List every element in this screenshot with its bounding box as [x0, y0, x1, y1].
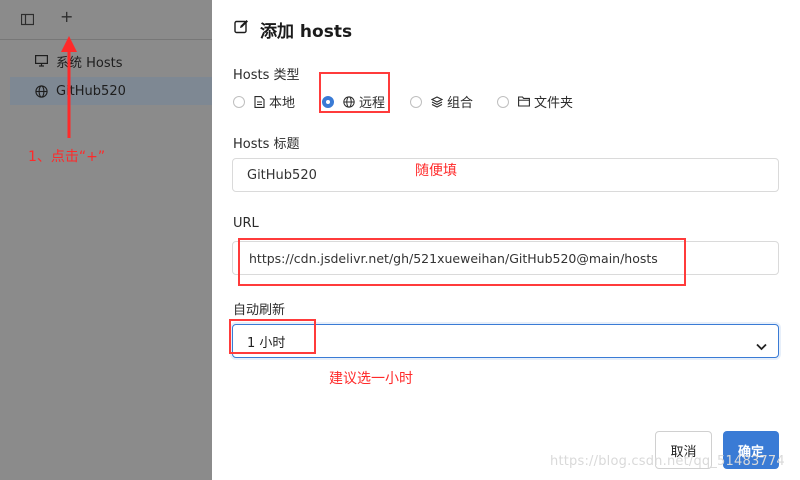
sidebar-toggle-icon[interactable]	[20, 13, 35, 30]
folder-icon	[518, 96, 530, 107]
chevron-down-icon[interactable]	[756, 336, 767, 355]
radio-group[interactable]	[410, 95, 422, 108]
watermark-text: https://blog.csdn.net/qq_51483774	[550, 454, 785, 469]
sidebar-item-github520[interactable]: GitHub520	[10, 77, 212, 105]
sidebar-divider	[0, 39, 212, 40]
sidebar: + 系统 Hosts GitHub520	[0, 0, 212, 480]
type-option-label: 本地	[269, 96, 296, 111]
type-option-folder[interactable]: 文件夹	[497, 92, 573, 111]
annotation-refresh-hint: 建议选一小时	[329, 371, 413, 387]
annotation-title-hint: 随便填	[415, 163, 457, 179]
annotation-box-refresh	[229, 319, 316, 354]
dialog-title: 添加 hosts	[260, 22, 353, 42]
sidebar-item-system-hosts[interactable]: 系统 Hosts	[10, 47, 212, 75]
annotation-box-url	[238, 238, 686, 286]
type-option-group[interactable]: 组合	[410, 92, 473, 111]
type-option-label: 文件夹	[534, 96, 574, 111]
file-icon	[254, 95, 265, 108]
annotation-box-remote	[319, 72, 390, 113]
annotation-arrow	[61, 36, 77, 138]
globe-icon	[32, 82, 50, 100]
edit-icon	[234, 19, 249, 38]
add-hosts-button[interactable]: +	[60, 9, 73, 25]
hosts-type-label: Hosts 类型	[233, 68, 300, 83]
hosts-title-input[interactable]: GitHub520	[232, 158, 779, 192]
monitor-icon	[32, 52, 50, 70]
url-label: URL	[233, 216, 259, 231]
layers-icon	[431, 95, 443, 108]
type-option-local[interactable]: 本地	[233, 92, 295, 111]
radio-local[interactable]	[233, 95, 245, 108]
hosts-title-label: Hosts 标题	[233, 137, 300, 152]
auto-refresh-label: 自动刷新	[233, 303, 286, 318]
radio-folder[interactable]	[497, 95, 509, 108]
annotation-step1: 1、点击“+”	[28, 149, 106, 165]
type-option-label: 组合	[447, 96, 474, 111]
